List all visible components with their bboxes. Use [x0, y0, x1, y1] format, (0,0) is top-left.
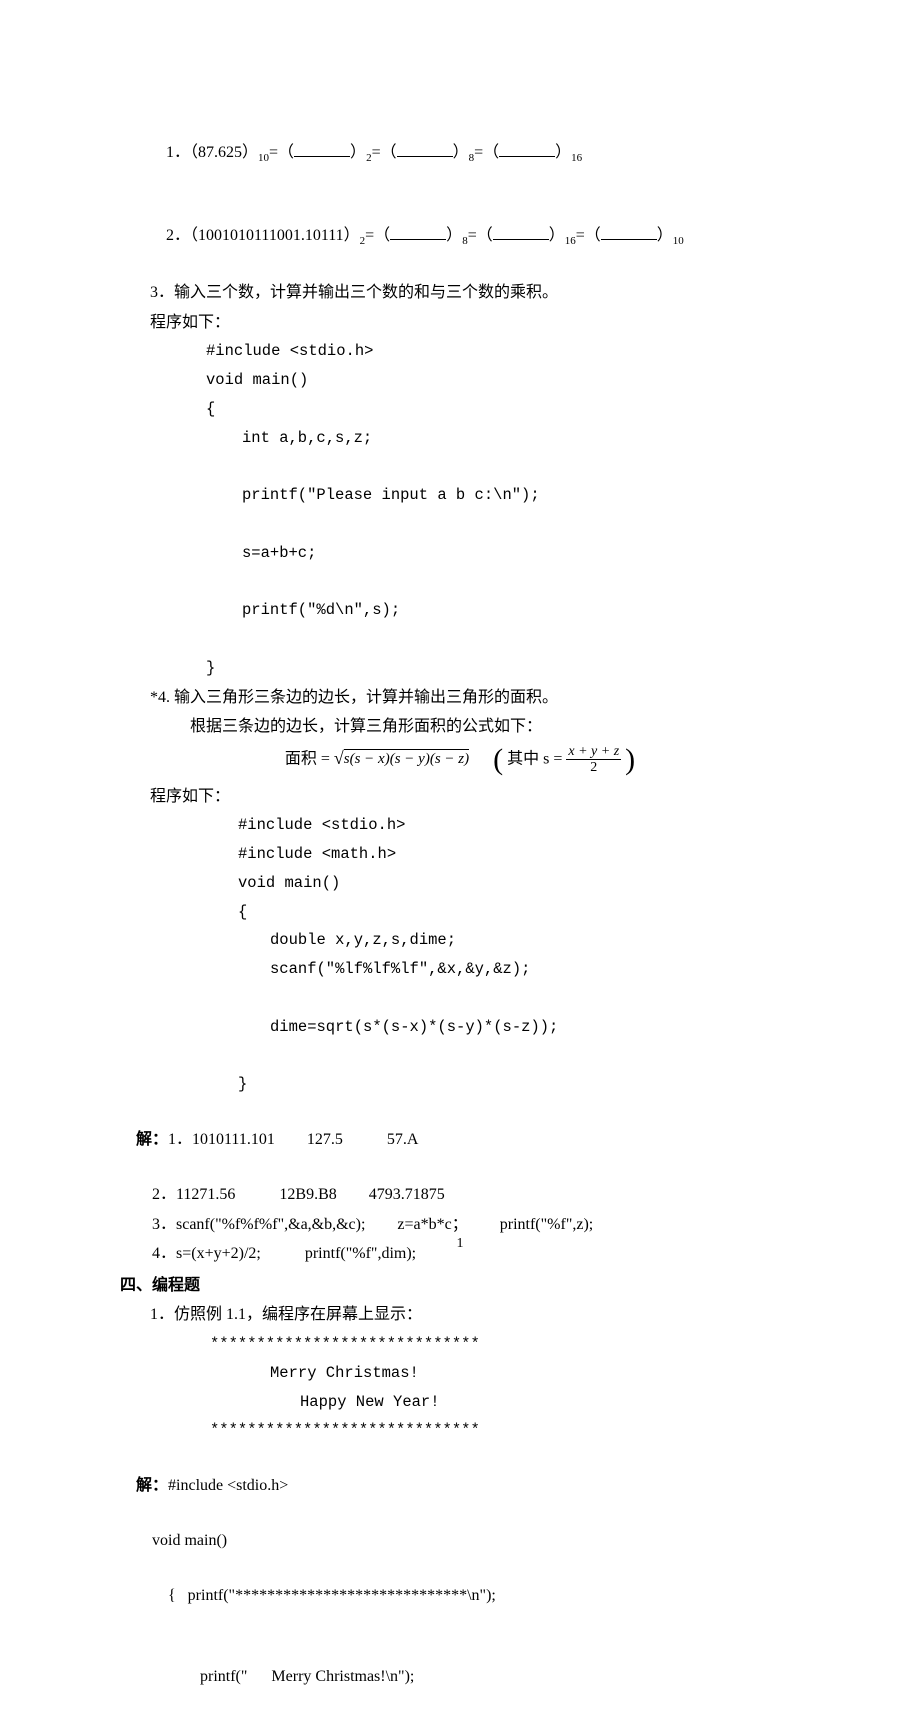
q2-line: 2．（1001010111001.10111）2=（）8=（）16=（）10: [150, 197, 770, 276]
q1-eq3: =（: [474, 144, 499, 161]
sol-head: 解：: [136, 1477, 168, 1494]
formula-mid: 其中 s =: [507, 750, 562, 767]
q2-eq3: =（: [576, 227, 601, 244]
rparen-icon: ): [625, 745, 635, 775]
q3-prog: 程序如下：: [150, 310, 770, 336]
q1-blank1: [294, 141, 350, 156]
q2-eq1: =（: [365, 227, 390, 244]
sec4-l3: Happy New Year!: [150, 1390, 770, 1415]
q1-line: 1．（87.625）10=（）2=（）8=（）16: [150, 114, 770, 193]
q2-eq2: =（: [468, 227, 493, 244]
q1-blank3: [499, 141, 555, 156]
q4-prog: 程序如下：: [150, 784, 770, 810]
q3-c5: printf("Please input a b c:\n");: [150, 483, 770, 508]
q3-c8: }: [150, 656, 770, 681]
formula-radicand: s(s − x)(s − y)(s − z): [344, 749, 469, 768]
q1-sub10: 10: [258, 152, 269, 164]
sec4-q1: 1．仿照例 1.1，编程序在屏幕上显示：: [150, 1302, 770, 1328]
sol-s4: printf(" Merry Christmas!\n");: [150, 1638, 770, 1715]
sec4-l1: *****************************: [150, 1332, 770, 1357]
q2-blank1: [390, 224, 446, 239]
q4-c7: dime=sqrt(s*(s-x)*(s-y)*(s-z));: [150, 1015, 770, 1040]
q3-c2: void main(): [150, 368, 770, 393]
q4-c3: void main(): [150, 871, 770, 896]
q2-blank2: [493, 224, 549, 239]
q1-blank2: [397, 141, 453, 156]
q3-c6: s=a+b+c;: [150, 541, 770, 566]
sqrt-icon: √: [334, 748, 344, 768]
q4-c6: scanf("%lf%lf%lf",&x,&y,&z);: [150, 957, 770, 982]
q4-c4: {: [150, 900, 770, 925]
sol-s4b: Merry Christmas!\n");: [247, 1668, 414, 1685]
q4-c5: double x,y,z,s,dime;: [150, 928, 770, 953]
sol-s1: #include <stdio.h>: [168, 1477, 288, 1494]
q4-formula: 面积 = √s(s − x)(s − y)(s − z) ( 其中 s = x …: [150, 744, 770, 776]
q3-c1: #include <stdio.h>: [150, 339, 770, 364]
sol-s2: void main(): [150, 1528, 770, 1554]
q4-c1: #include <stdio.h>: [150, 813, 770, 838]
sec4-l4: *****************************: [150, 1418, 770, 1443]
sec4-l2: Merry Christmas!: [150, 1361, 770, 1386]
formula-left: 面积 =: [285, 750, 330, 767]
sec4-title: 四、编程题: [120, 1273, 770, 1299]
q4-c2: #include <math.h>: [150, 842, 770, 867]
sol-s3: { printf("*****************************\…: [150, 1558, 770, 1635]
answers-block: 解：1．1010111.101 127.5 57.A: [120, 1101, 770, 1178]
sol-s4a: printf(": [200, 1668, 247, 1685]
q1-eq2: =（: [372, 144, 397, 161]
q4-sub: 根据三条边的边长，计算三角形面积的公式如下：: [150, 714, 770, 740]
q2-sub16: 16: [565, 235, 576, 247]
lparen-icon: (: [493, 745, 503, 775]
q3-text: 3．输入三个数，计算并输出三个数的和与三个数的乘积。: [150, 280, 770, 306]
q1-sub16: 16: [571, 152, 582, 164]
page-number: 1: [0, 1236, 920, 1252]
ans-2: 2．11271.56 12B9.B8 4793.71875: [150, 1182, 770, 1208]
q2-close2: ）: [549, 227, 565, 244]
q1-prefix: 1．（87.625）: [166, 144, 258, 161]
ans-3: 3．scanf("%f%f%f",&a,&b,&c); z=a*b*c； pri…: [150, 1212, 770, 1238]
q2-blank3: [601, 224, 657, 239]
q2-close3: ）: [657, 227, 673, 244]
q1-close1: ）: [350, 144, 366, 161]
sol-line1: 解：#include <stdio.h>: [120, 1447, 770, 1524]
ans-1: 1．1010111.101 127.5 57.A: [168, 1131, 418, 1148]
q1-close3: ）: [555, 144, 571, 161]
q1-eq1: =（: [269, 144, 294, 161]
ans-head: 解：: [136, 1131, 168, 1148]
sol-s3b: *****************************\n");: [235, 1587, 496, 1604]
q4-c8: }: [150, 1072, 770, 1097]
q3-c3: {: [150, 397, 770, 422]
q2-close1: ）: [446, 227, 462, 244]
formula-frac: x + y + z 2: [566, 744, 621, 776]
q4-head: *4. 输入三角形三条边的边长，计算并输出三角形的面积。: [150, 685, 770, 711]
q3-c7: printf("%d\n",s);: [150, 598, 770, 623]
sol-s3a: { printf(": [168, 1587, 235, 1604]
q2-prefix: 2．（1001010111001.10111）: [166, 227, 360, 244]
q1-close2: ）: [453, 144, 469, 161]
q3-c4: int a,b,c,s,z;: [150, 426, 770, 451]
q2-sub10: 10: [673, 235, 684, 247]
frac-den: 2: [566, 760, 621, 775]
frac-num: x + y + z: [566, 744, 621, 760]
